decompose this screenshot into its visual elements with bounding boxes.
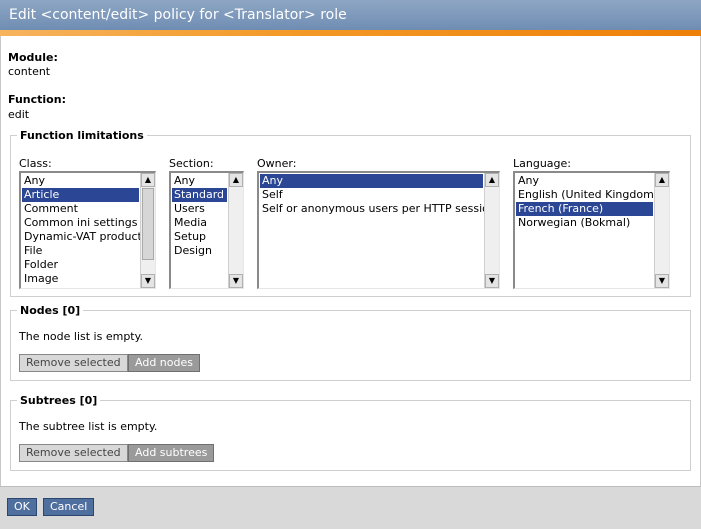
scroll-down-icon[interactable]: ▼: [485, 274, 499, 288]
scroll-down-icon[interactable]: ▼: [655, 274, 669, 288]
class-select[interactable]: Any Article Comment Common ini settings Dyna…: [19, 171, 156, 289]
scroll-up-icon[interactable]: ▲: [485, 173, 499, 187]
language-label: Language:: [513, 157, 571, 170]
module-value: content: [8, 65, 51, 78]
page-title: Edit <content/edit> policy for <Translat…: [0, 0, 701, 30]
list-option[interactable]: Users: [172, 202, 227, 216]
list-option[interactable]: Any: [516, 174, 653, 188]
list-option[interactable]: Any: [260, 174, 483, 188]
subtrees-legend: Subtrees [0]: [20, 394, 98, 407]
scroll-down-icon[interactable]: ▼: [229, 274, 243, 288]
language-scrollbar[interactable]: ▲ ▼: [654, 173, 669, 288]
scroll-up-icon[interactable]: ▲: [655, 173, 669, 187]
section-scrollbar[interactable]: ▲ ▼: [228, 173, 243, 288]
list-option[interactable]: Any: [22, 174, 139, 188]
function-limitations-legend: Function limitations: [20, 129, 144, 142]
list-option[interactable]: Design: [172, 244, 227, 258]
list-option[interactable]: Norwegian (Bokmal): [516, 216, 653, 230]
remove-selected-nodes-button[interactable]: Remove selected: [19, 354, 128, 372]
list-option[interactable]: Article: [22, 188, 139, 202]
class-label: Class:: [19, 157, 52, 170]
add-nodes-button[interactable]: Add nodes: [128, 354, 200, 372]
remove-selected-subtrees-button[interactable]: Remove selected: [19, 444, 128, 462]
list-option[interactable]: Comment: [22, 202, 139, 216]
class-options: Any Article Comment Common ini settings Dyna…: [22, 174, 142, 286]
section-label: Section:: [169, 157, 214, 170]
scroll-thumb[interactable]: [142, 188, 154, 260]
list-option[interactable]: Image: [22, 272, 139, 286]
list-option[interactable]: File: [22, 244, 139, 258]
list-option[interactable]: Any: [172, 174, 227, 188]
list-option[interactable]: Self: [260, 188, 483, 202]
owner-label: Owner:: [257, 157, 297, 170]
function-value: edit: [8, 108, 30, 121]
list-option[interactable]: Media: [172, 216, 227, 230]
list-option[interactable]: Setup: [172, 230, 227, 244]
module-label: Module:: [8, 51, 58, 64]
language-select[interactable]: Any English (United Kingdom) French (Franc…: [513, 171, 670, 289]
list-option[interactable]: Self or anonymous users per HTTP session: [260, 202, 496, 216]
scroll-up-icon[interactable]: ▲: [141, 173, 155, 187]
owner-options: Any Self Self or anonymous users per HTTP …: [260, 174, 496, 216]
function-label: Function:: [8, 93, 66, 106]
list-option[interactable]: Common ini settings: [22, 216, 139, 230]
subtrees-empty-text: The subtree list is empty.: [19, 420, 158, 433]
list-option[interactable]: Folder: [22, 258, 139, 272]
policy-edit-form: Module: content Function: edit Function …: [0, 36, 701, 486]
button-bar: OK Cancel: [0, 486, 701, 529]
class-scrollbar[interactable]: ▲ ▼: [140, 173, 155, 288]
add-subtrees-button[interactable]: Add subtrees: [128, 444, 215, 462]
list-option[interactable]: Dynamic-VAT product: [22, 230, 142, 244]
cancel-button[interactable]: Cancel: [43, 498, 95, 516]
ok-button[interactable]: OK: [7, 498, 37, 516]
scroll-down-icon[interactable]: ▼: [141, 274, 155, 288]
list-option[interactable]: English (United Kingdom): [516, 188, 658, 202]
section-select[interactable]: Any Standard Users Media Setup Design ▲ ▼: [169, 171, 244, 289]
list-option[interactable]: Standard: [172, 188, 227, 202]
section-options: Any Standard Users Media Setup Design: [172, 174, 227, 258]
owner-scrollbar[interactable]: ▲ ▼: [484, 173, 499, 288]
list-option[interactable]: French (France): [516, 202, 653, 216]
nodes-legend: Nodes [0]: [20, 304, 81, 317]
language-options: Any English (United Kingdom) French (Franc…: [516, 174, 658, 230]
scroll-up-icon[interactable]: ▲: [229, 173, 243, 187]
nodes-empty-text: The node list is empty.: [19, 330, 144, 343]
owner-select[interactable]: Any Self Self or anonymous users per HTTP …: [257, 171, 500, 289]
